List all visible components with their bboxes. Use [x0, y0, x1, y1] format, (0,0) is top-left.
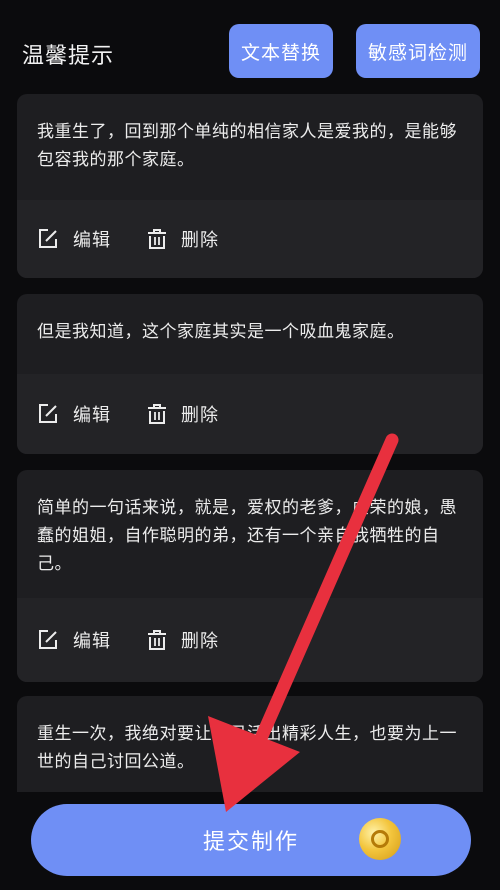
- trash-icon: [148, 404, 166, 424]
- sensitive-word-check-button[interactable]: 敏感词检测: [356, 24, 480, 78]
- edit-icon: [39, 630, 57, 649]
- card-text[interactable]: 简单的一句话来说，就是，爱权的老爹，虚荣的娘，愚蠢的姐姐，自作聪明的弟，还有一个…: [17, 470, 483, 578]
- card-actions: 编辑 删除: [17, 598, 483, 682]
- text-replace-button[interactable]: 文本替换: [229, 24, 333, 78]
- edit-label: 编辑: [73, 631, 111, 652]
- edit-icon: [39, 404, 57, 423]
- card-text[interactable]: 但是我知道，这个家庭其实是一个吸血鬼家庭。: [17, 294, 483, 346]
- edit-label: 编辑: [73, 405, 111, 426]
- edit-label: 编辑: [73, 230, 111, 251]
- text-card: 重生一次，我绝对要让自己活出精彩人生，也要为上一世的自己讨回公道。: [17, 696, 483, 792]
- delete-label: 删除: [181, 405, 219, 426]
- trash-icon: [148, 630, 166, 650]
- edit-button[interactable]: 编辑: [37, 627, 111, 653]
- text-card: 但是我知道，这个家庭其实是一个吸血鬼家庭。 编辑 删除: [17, 294, 483, 454]
- edit-icon: [39, 229, 57, 248]
- edit-button[interactable]: 编辑: [37, 401, 111, 427]
- edit-button[interactable]: 编辑: [37, 226, 111, 252]
- card-text[interactable]: 我重生了，回到那个单纯的相信家人是爱我的，是能够包容我的那个家庭。: [17, 94, 483, 174]
- card-actions: 编辑 删除: [17, 374, 483, 454]
- delete-button[interactable]: 删除: [147, 401, 219, 427]
- card-actions: 编辑 删除: [17, 200, 483, 278]
- card-text[interactable]: 重生一次，我绝对要让自己活出精彩人生，也要为上一世的自己讨回公道。: [17, 696, 483, 776]
- top-bar: 温馨提示 文本替换 敏感词检测: [0, 0, 500, 92]
- delete-button[interactable]: 删除: [147, 627, 219, 653]
- text-card: 简单的一句话来说，就是，爱权的老爹，虚荣的娘，愚蠢的姐姐，自作聪明的弟，还有一个…: [17, 470, 483, 682]
- delete-label: 删除: [181, 230, 219, 251]
- text-card: 我重生了，回到那个单纯的相信家人是爱我的，是能够包容我的那个家庭。 编辑 删除: [17, 94, 483, 278]
- coin-icon: [359, 818, 401, 860]
- delete-button[interactable]: 删除: [147, 226, 219, 252]
- submit-label: 提交制作: [202, 830, 299, 855]
- delete-label: 删除: [181, 631, 219, 652]
- page-title: 温馨提示: [22, 44, 115, 69]
- submit-button[interactable]: 提交制作: [31, 804, 471, 876]
- trash-icon: [148, 229, 166, 249]
